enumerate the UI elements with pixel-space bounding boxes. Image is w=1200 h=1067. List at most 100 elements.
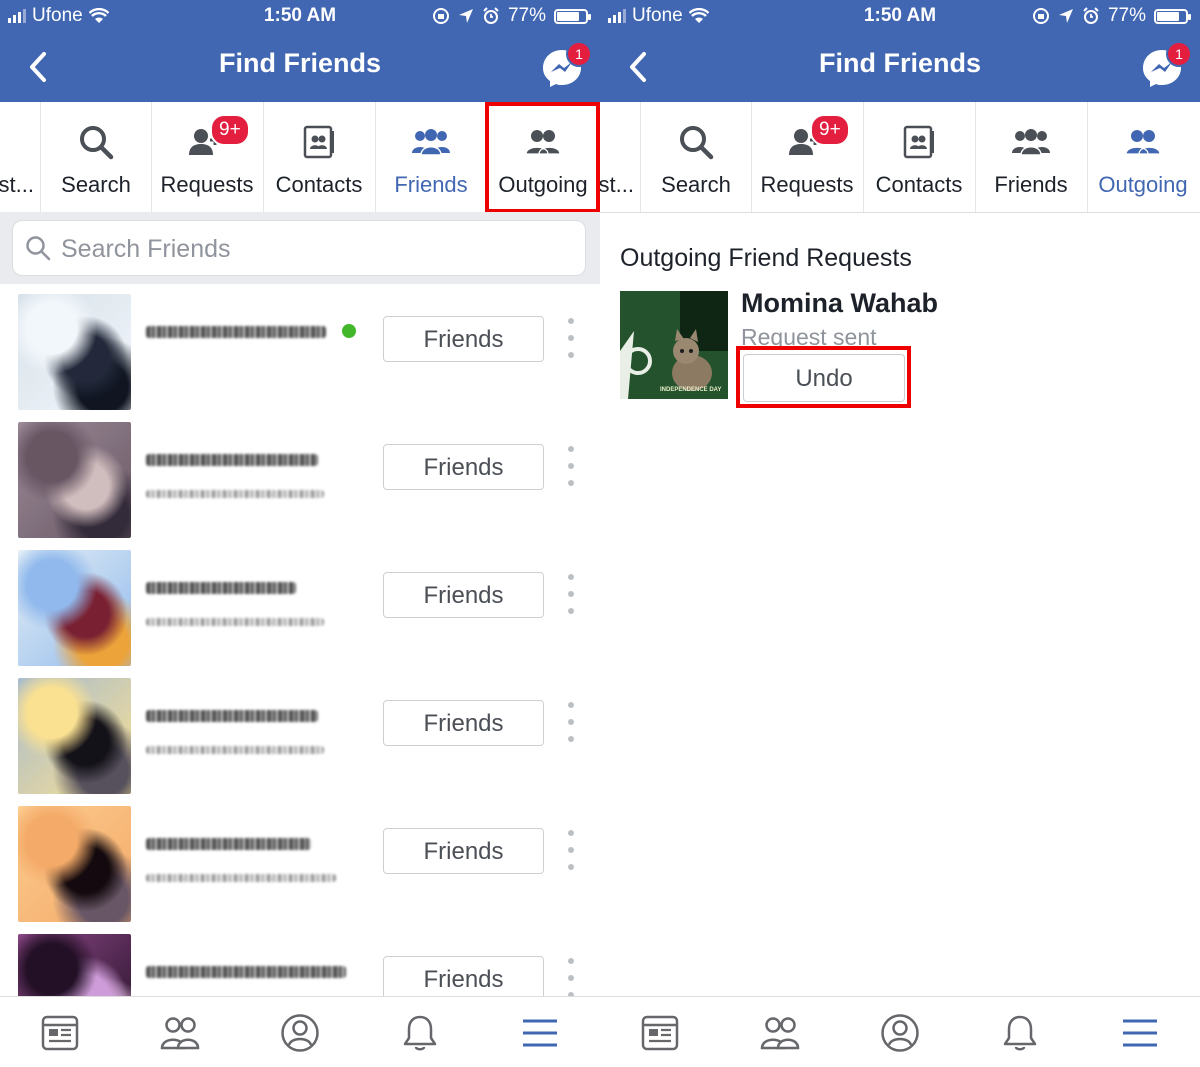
blurred-name[interactable]	[146, 582, 296, 594]
friends-button[interactable]: Friends	[383, 700, 544, 746]
status-bar: Ufone 1:50 AM 77%	[600, 0, 1200, 34]
orientation-lock-icon	[1032, 8, 1049, 24]
more-options-icon[interactable]	[560, 446, 582, 486]
tab-outgoing[interactable]: Outgoing	[1087, 102, 1198, 212]
battery-icon	[1154, 8, 1191, 24]
avatar[interactable]	[18, 550, 131, 666]
tab-truncated[interactable]: st...	[0, 102, 40, 212]
news-feed-icon[interactable]	[38, 1011, 82, 1055]
tab-bar: st... Search 9+ Requests Contacts Friend…	[0, 102, 600, 213]
notifications-icon[interactable]	[998, 1011, 1042, 1055]
notifications-icon[interactable]	[398, 1011, 442, 1055]
news-feed-icon[interactable]	[638, 1011, 682, 1055]
alarm-icon	[1083, 7, 1099, 24]
tab-truncated[interactable]: st...	[600, 102, 640, 212]
avatar[interactable]	[18, 422, 131, 538]
more-options-icon[interactable]	[560, 958, 582, 998]
search-icon	[26, 236, 51, 261]
right-screen: Ufone 1:50 AM 77% Find Friends 1 st... S…	[600, 0, 1200, 1067]
undo-button[interactable]: Undo	[743, 354, 905, 402]
avatar[interactable]	[18, 806, 131, 922]
tab-contacts-label: Contacts	[275, 172, 363, 197]
friend-list-item[interactable]: Friends	[0, 796, 600, 924]
more-options-icon[interactable]	[560, 702, 582, 742]
tab-contacts-label: Contacts	[875, 172, 963, 197]
bottom-navigation	[0, 996, 600, 1067]
online-status-dot	[342, 324, 356, 338]
tab-search[interactable]: Search	[640, 102, 751, 212]
search-friends-input[interactable]	[59, 221, 563, 277]
tab-friends[interactable]: Friends	[975, 102, 1086, 212]
request-person-name[interactable]: Momina Wahab	[741, 288, 938, 319]
status-bar: Ufone 1:50 AM 77%	[0, 0, 600, 34]
contacts-icon	[303, 125, 334, 159]
blurred-name[interactable]	[146, 710, 318, 722]
more-options-icon[interactable]	[560, 318, 582, 358]
friends-nav-icon[interactable]	[758, 1011, 802, 1055]
tab-outgoing[interactable]: Outgoing	[487, 102, 598, 212]
cat-photo-image: INDEPENDENCE DAY	[620, 291, 728, 399]
friends-icon	[412, 129, 450, 156]
blurred-mutual-info	[146, 618, 324, 626]
tab-requests-label: Requests	[760, 172, 854, 197]
friend-list-item[interactable]: Friends	[0, 284, 600, 412]
more-options-icon[interactable]	[560, 574, 582, 614]
menu-icon[interactable]	[518, 1011, 562, 1055]
blurred-name[interactable]	[146, 838, 311, 850]
tab-outgoing-label: Outgoing	[1098, 172, 1188, 197]
battery-percent: 77%	[507, 5, 546, 26]
battery-percent: 77%	[1107, 5, 1146, 26]
blurred-mutual-info	[146, 490, 324, 498]
friend-list-item[interactable]: Friends	[0, 668, 600, 796]
menu-icon[interactable]	[1118, 1011, 1162, 1055]
tab-bar: st... Search 9+ Requests Contacts Friend…	[600, 102, 1200, 213]
blurred-name[interactable]	[146, 966, 346, 978]
tab-requests-label: Requests	[160, 172, 254, 197]
requests-badge: 9+	[810, 114, 850, 146]
tab-friends-label: Friends	[994, 172, 1068, 197]
top-bar: Ufone 1:50 AM 77% Find Friends 1	[0, 0, 600, 102]
orientation-lock-icon	[432, 8, 449, 24]
tab-requests[interactable]: 9+ Requests	[751, 102, 862, 212]
messenger-badge: 1	[566, 41, 592, 67]
friends-button[interactable]: Friends	[383, 572, 544, 618]
request-status: Request sent	[741, 324, 877, 350]
request-profile-photo[interactable]: INDEPENDENCE DAY	[620, 291, 728, 399]
friends-icon	[1012, 129, 1050, 156]
friend-list-item[interactable]: Friends	[0, 412, 600, 540]
profile-icon[interactable]	[278, 1011, 322, 1055]
alarm-icon	[483, 7, 499, 24]
friends-button[interactable]: Friends	[383, 316, 544, 362]
page-title: Find Friends	[819, 48, 981, 78]
requests-badge: 9+	[210, 114, 250, 146]
tab-friends-label: Friends	[394, 172, 468, 197]
tab-search[interactable]: Search	[40, 102, 151, 212]
avatar[interactable]	[18, 294, 131, 410]
tab-outgoing-label: Outgoing	[498, 172, 588, 197]
friends-button[interactable]: Friends	[383, 828, 544, 874]
bottom-navigation	[600, 996, 1200, 1067]
section-title: Outgoing Friend Requests	[620, 244, 912, 272]
left-screen: Ufone 1:50 AM 77% Find Friends 1 st... S…	[0, 0, 600, 1067]
battery-icon	[554, 8, 591, 24]
blurred-mutual-info	[146, 874, 336, 882]
more-options-icon[interactable]	[560, 830, 582, 870]
profile-icon[interactable]	[878, 1011, 922, 1055]
blurred-name[interactable]	[146, 326, 326, 338]
avatar[interactable]	[18, 678, 131, 794]
status-right: 77%	[1032, 5, 1191, 27]
tab-contacts[interactable]: Contacts	[263, 102, 374, 212]
outgoing-requests-icon	[526, 130, 560, 155]
blurred-mutual-info	[146, 746, 324, 754]
tab-requests[interactable]: 9+ Requests	[151, 102, 262, 212]
contacts-icon	[903, 125, 934, 159]
friends-button[interactable]: Friends	[383, 444, 544, 490]
tab-friends[interactable]: Friends	[375, 102, 486, 212]
messenger-badge: 1	[1166, 41, 1192, 67]
blurred-name[interactable]	[146, 454, 318, 466]
location-icon	[458, 9, 473, 23]
tab-contacts[interactable]: Contacts	[863, 102, 974, 212]
friend-list-item[interactable]: Friends	[0, 540, 600, 668]
search-box	[12, 220, 586, 277]
friends-nav-icon[interactable]	[158, 1011, 202, 1055]
